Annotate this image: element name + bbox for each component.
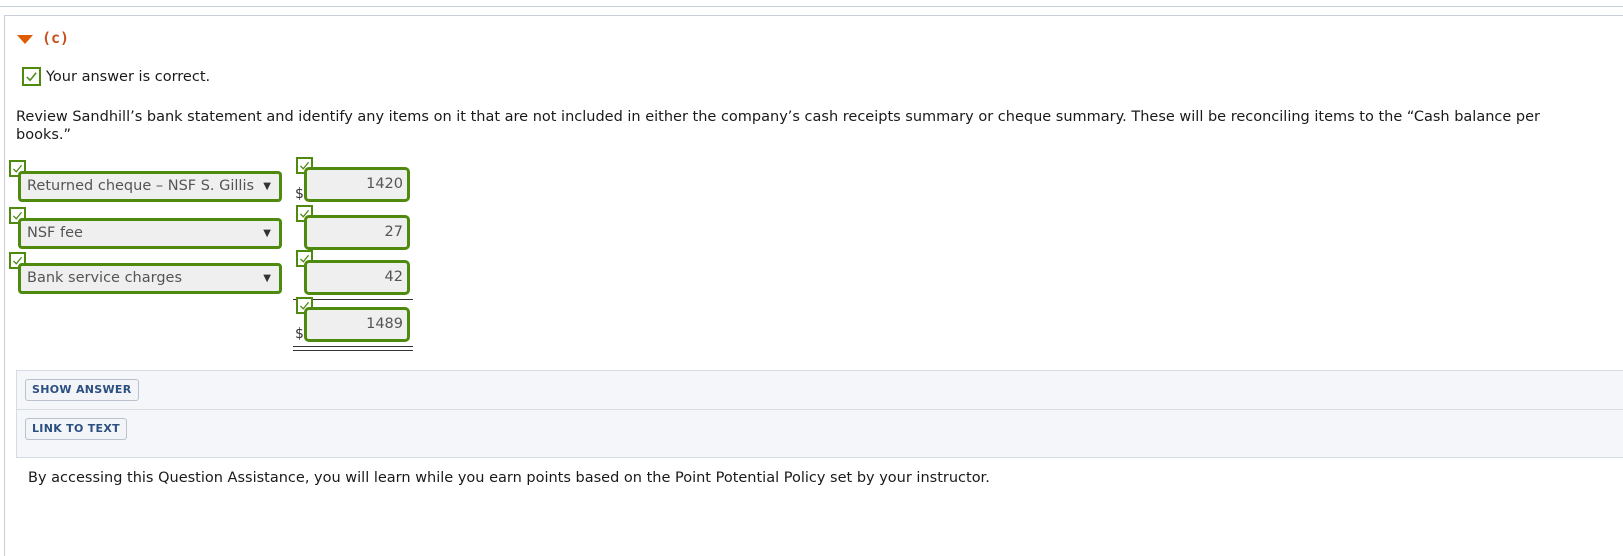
question-instructions: Review Sandhill’s bank statement and ide…: [16, 109, 1540, 143]
item-select-1[interactable]: Returned cheque – NSF S. Gillis ▼: [18, 171, 282, 202]
answer-status-text: Your answer is correct.: [46, 68, 211, 85]
item-select-value: NSF fee: [27, 225, 83, 241]
divider: [17, 409, 1623, 410]
answer-status: Your answer is correct.: [22, 67, 210, 86]
item-select-3[interactable]: Bank service charges ▼: [18, 263, 282, 294]
part-label: (c): [42, 29, 70, 47]
show-answer-button[interactable]: SHOW ANSWER: [25, 379, 139, 401]
amount-input-2[interactable]: 27: [304, 215, 410, 250]
item-select-2[interactable]: NSF fee ▼: [18, 218, 282, 249]
part-header[interactable]: (c): [17, 29, 69, 47]
question-assistance-box: SHOW ANSWER LINK TO TEXT: [16, 370, 1623, 458]
dropdown-arrow-icon: ▼: [263, 273, 271, 284]
dropdown-arrow-icon: ▼: [263, 181, 271, 192]
total-input[interactable]: 1489: [304, 307, 410, 342]
currency-symbol: $: [295, 326, 304, 342]
item-select-value: Returned cheque – NSF S. Gillis: [27, 178, 255, 194]
amount-input-1[interactable]: 1420: [304, 167, 410, 202]
checkmark-icon: [22, 67, 41, 86]
dropdown-arrow-icon: ▼: [263, 228, 271, 239]
item-select-value: Bank service charges: [27, 270, 183, 286]
amount-input-3[interactable]: 42: [304, 260, 410, 295]
total-double-rule: [293, 346, 413, 351]
link-to-text-button[interactable]: LINK TO TEXT: [25, 418, 127, 440]
previous-section-edge: [0, 0, 1623, 7]
collapse-triangle-icon[interactable]: [17, 34, 33, 44]
currency-symbol: $: [295, 186, 304, 202]
assistance-policy-text: By accessing this Question Assistance, y…: [28, 470, 990, 486]
